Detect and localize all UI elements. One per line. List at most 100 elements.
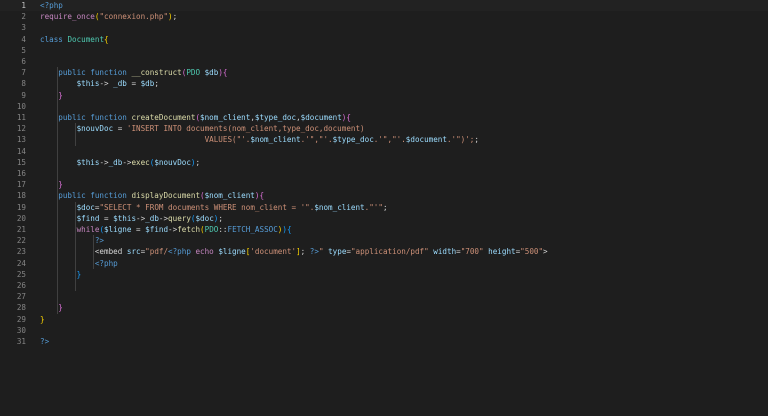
code-token: createDocument	[131, 113, 196, 122]
code-line[interactable]: 4 class Document{	[0, 34, 768, 45]
code-token: ?>	[40, 236, 105, 246]
code-token: "connexion.php"	[99, 12, 169, 22]
line-number: 12	[16, 124, 26, 134]
line-number: 30	[16, 325, 26, 335]
code-token: ."'"	[364, 202, 383, 212]
code-token: __construct	[131, 68, 182, 78]
code-token: class	[40, 34, 68, 44]
code-token: $type_doc	[254, 113, 297, 122]
code-token: public function	[40, 191, 132, 201]
code-line[interactable]: 22 ?>	[0, 235, 768, 246]
code-token: $doc	[195, 213, 214, 223]
code-token: query	[168, 213, 191, 223]
line-number: 27	[16, 292, 26, 302]
code-token: ;	[195, 157, 201, 167]
line-number: 25	[16, 269, 26, 279]
code-token: $nom_client	[200, 113, 251, 122]
code-line[interactable]: 15 $this->_db->exec($nouvDoc);	[0, 157, 768, 168]
code-token: ->	[168, 225, 178, 234]
code-line[interactable]: 17 }	[0, 179, 768, 190]
code-token: }	[40, 314, 45, 324]
code-text: public function createDocument($nom_clie…	[40, 112, 351, 123]
code-token: _db	[108, 157, 123, 167]
line-number: 11	[16, 113, 26, 122]
line-number: 5	[21, 45, 26, 55]
line-number: 4	[21, 34, 26, 44]
code-line[interactable]: 7 public function __construct(PDO $db){	[0, 67, 768, 78]
code-token: ){	[341, 113, 351, 122]
code-token: }	[40, 303, 63, 313]
code-token: displayDocument	[131, 191, 201, 201]
line-number: 22	[16, 236, 26, 246]
line-number: 18	[16, 191, 26, 201]
code-line[interactable]: 16	[0, 168, 768, 179]
code-line[interactable]: 23 <embed src="pdf/<?php echo $ligne['do…	[0, 246, 768, 257]
code-text: ?>	[40, 235, 104, 246]
code-editor[interactable]: 1 <?php 2 require_once("connexion.php"); 3 4 c…	[0, 0, 768, 416]
code-text: <embed src="pdf/<?php echo $ligne['docum…	[40, 246, 548, 257]
code-token: "700"	[460, 247, 489, 257]
code-line[interactable]: 21 while($ligne = $find->fetch(PDO::FETC…	[0, 224, 768, 235]
line-number: 19	[16, 202, 26, 212]
code-token: $document	[405, 135, 447, 145]
code-line[interactable]: 31 ?>	[0, 336, 768, 347]
code-line[interactable]: 13 VALUES("'.$nom_client.'","'.$type_doc…	[0, 134, 768, 145]
code-text: while($ligne = $find->fetch(PDO::FETCH_A…	[40, 224, 292, 235]
code-token: require_once	[40, 12, 95, 22]
code-line[interactable]: 14	[0, 146, 768, 157]
code-line[interactable]: 26	[0, 280, 768, 291]
code-token: }	[40, 180, 63, 190]
code-text: <?php	[40, 0, 63, 11]
code-token: $db	[140, 79, 155, 89]
code-token: 'INSERT INTO documents(nom_client,type_d…	[126, 124, 365, 134]
code-line[interactable]: 11 public function createDocument($nom_c…	[0, 112, 768, 123]
code-line[interactable]: 10	[0, 101, 768, 112]
code-line[interactable]: 25 }	[0, 269, 768, 280]
code-text: public function __construct(PDO $db){	[40, 67, 227, 78]
code-token: ;	[300, 247, 310, 257]
code-token: Document	[67, 34, 105, 44]
indent-guide	[75, 123, 76, 146]
code-token: $nom_client	[314, 202, 365, 212]
code-token: $db	[204, 68, 219, 78]
code-line[interactable]: 12 $nouvDoc = 'INSERT INTO documents(nom…	[0, 123, 768, 134]
code-line[interactable]: 30	[0, 325, 768, 336]
code-line[interactable]: 1 <?php	[0, 0, 768, 11]
code-token: $nouvDoc	[154, 157, 191, 167]
code-token: $this	[40, 79, 100, 89]
code-line[interactable]: 27	[0, 291, 768, 302]
code-token: ){	[218, 68, 228, 78]
line-number: 10	[16, 101, 26, 111]
code-text: }	[40, 179, 63, 190]
code-token: width	[433, 247, 457, 257]
code-text: <?php	[40, 258, 118, 269]
code-token: "500"	[520, 247, 544, 257]
code-line[interactable]: 19 $doc="SELECT * FROM documents WHERE n…	[0, 202, 768, 213]
code-token: =	[131, 225, 146, 234]
code-token: echo	[195, 247, 219, 257]
code-token: ->	[158, 213, 169, 223]
line-number: 17	[16, 180, 26, 190]
code-token: $doc	[40, 202, 95, 212]
code-line[interactable]: 18 public function displayDocument($nom_…	[0, 190, 768, 201]
code-line[interactable]: 2 require_once("connexion.php");	[0, 11, 768, 22]
code-line[interactable]: 20 $find = $this->_db->query($doc);	[0, 213, 768, 224]
code-line[interactable]: 8 $this-> _db = $db;	[0, 78, 768, 89]
code-token: ->	[99, 79, 114, 89]
code-line[interactable]: 3	[0, 22, 768, 33]
code-token: $nom_client	[204, 191, 255, 201]
code-line[interactable]: 5	[0, 45, 768, 56]
code-line[interactable]: 6	[0, 56, 768, 67]
code-line[interactable]: 28 }	[0, 302, 768, 313]
line-number: 9	[21, 90, 26, 100]
code-token: _db	[145, 213, 159, 223]
code-token: =	[126, 79, 141, 89]
code-line[interactable]: 9 }	[0, 90, 768, 101]
code-token: type	[328, 247, 347, 257]
code-token: public function	[40, 113, 132, 122]
code-line[interactable]: 24 <?php	[0, 258, 768, 269]
line-number: 24	[16, 258, 26, 268]
code-text: ?>	[40, 336, 49, 347]
code-token: $this	[113, 213, 137, 223]
code-line[interactable]: 29}	[0, 314, 768, 325]
